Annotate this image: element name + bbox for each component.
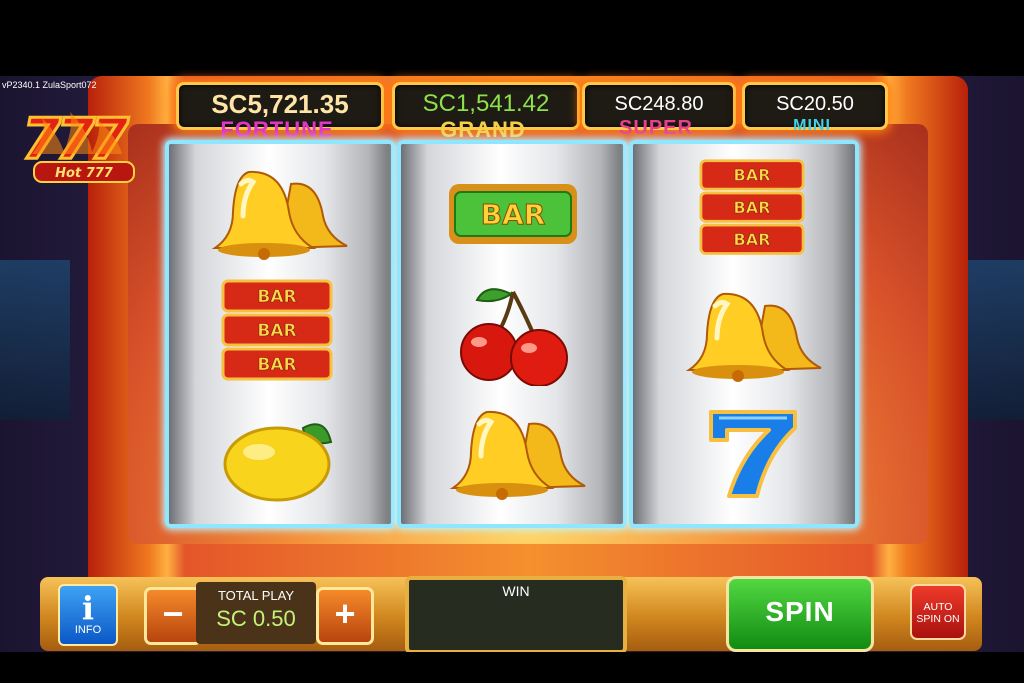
reel-2: BAR xyxy=(397,140,627,528)
svg-text:BAR: BAR xyxy=(257,321,296,341)
svg-text:BAR: BAR xyxy=(257,287,296,307)
total-play-label: TOTAL PLAY xyxy=(217,588,295,603)
svg-text:BAR: BAR xyxy=(733,166,771,185)
auto-spin-label-line1: AUTO xyxy=(923,601,953,613)
svg-text:BAR: BAR xyxy=(733,198,771,217)
bell-symbol-icon xyxy=(211,170,348,260)
auto-spin-label-line2: SPIN ON xyxy=(916,613,960,625)
background-slot-machine-left xyxy=(0,260,70,420)
info-icon: i xyxy=(81,589,95,627)
spin-button-label: SPIN xyxy=(765,596,835,627)
triple-bar-symbol-icon: BAR BAR BAR xyxy=(699,159,805,255)
info-button-label: INFO xyxy=(74,624,102,636)
reel-1: BAR BAR BAR xyxy=(165,140,395,528)
decrease-bet-button[interactable]: − xyxy=(144,587,202,645)
auto-spin-button[interactable]: AUTO SPIN ON xyxy=(910,584,966,640)
svg-text:Hot 777: Hot 777 xyxy=(55,166,114,181)
spin-button[interactable]: SPIN xyxy=(726,576,874,652)
increase-bet-button[interactable]: + xyxy=(316,587,374,645)
info-button[interactable]: i INFO xyxy=(58,584,118,646)
letterbox-bottom xyxy=(0,652,1024,683)
svg-text:BAR: BAR xyxy=(257,355,296,375)
plus-icon: + xyxy=(334,593,356,634)
lemon-symbol-icon xyxy=(223,423,333,502)
version-text: vP2340.1 ZulaSport072 xyxy=(2,80,97,90)
total-play-value: SC 0.50 xyxy=(216,606,296,631)
hot-777-logo: 777 Hot 777 xyxy=(21,106,135,183)
blue-seven-symbol-icon xyxy=(709,410,797,498)
jackpot-super-label: SUPER xyxy=(619,117,693,139)
background-slot-machine-right xyxy=(960,260,1024,420)
svg-text:BAR: BAR xyxy=(733,230,771,249)
green-bar-symbol-icon: BAR xyxy=(449,184,577,244)
svg-text:BAR: BAR xyxy=(481,198,546,231)
jackpot-mini-label: MINI xyxy=(793,117,831,134)
triple-bar-symbol-icon: BAR BAR BAR xyxy=(221,279,333,381)
win-label: WIN xyxy=(502,583,530,599)
reel-3: BAR BAR BAR xyxy=(629,140,859,528)
letterbox-top xyxy=(0,0,1024,76)
cherries-symbol-icon xyxy=(460,288,568,386)
minus-icon: − xyxy=(162,593,184,634)
bell-symbol-icon xyxy=(685,292,822,382)
bell-symbol-icon xyxy=(449,410,586,500)
